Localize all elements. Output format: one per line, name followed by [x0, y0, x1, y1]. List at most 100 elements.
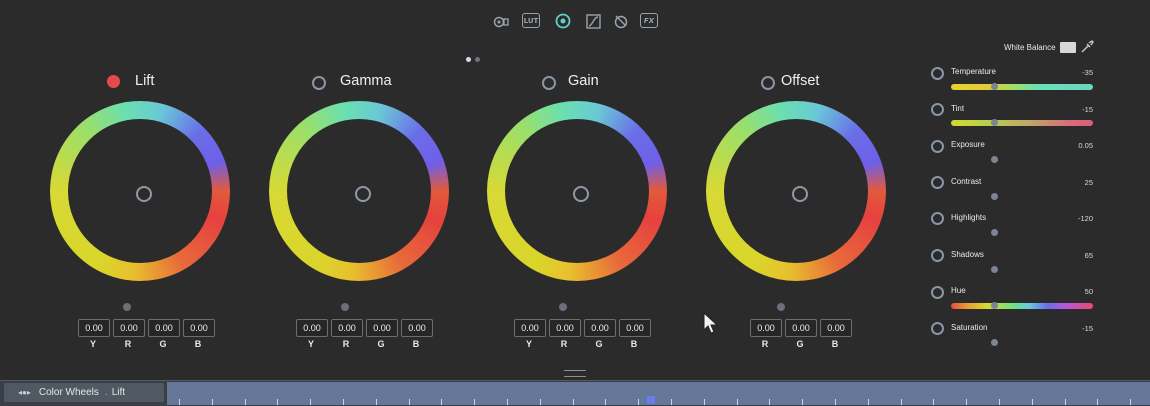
tint-toggle[interactable]	[931, 103, 944, 116]
temperature-value[interactable]: -35	[1082, 68, 1093, 77]
highlights-label: Highlights	[951, 213, 987, 222]
hue-slider[interactable]	[951, 303, 1093, 309]
gain-master-knob[interactable]	[559, 303, 567, 311]
shadows-value[interactable]: 65	[1085, 251, 1093, 260]
gamma-channel-g: G	[377, 339, 385, 349]
lift-channel-b: B	[194, 339, 202, 349]
page-dot-2[interactable]	[475, 57, 480, 62]
fx-icon[interactable]: FX	[640, 13, 658, 28]
offset-value-r[interactable]: 0.00	[750, 319, 782, 337]
ruler-tick	[671, 399, 672, 405]
gain-value-b[interactable]: 0.00	[619, 319, 651, 337]
lift-value-g[interactable]: 0.00	[148, 319, 180, 337]
gamma-center-handle[interactable]	[355, 186, 371, 202]
tint-slider[interactable]	[951, 120, 1093, 126]
wheel-title-gain: Gain	[568, 73, 599, 89]
hue-slider-knob[interactable]	[991, 302, 998, 309]
white-balance-swatch[interactable]	[1060, 42, 1076, 53]
contrast-value[interactable]: 25	[1085, 178, 1093, 187]
lift-value-b[interactable]: 0.00	[183, 319, 215, 337]
offset-value-g[interactable]: 0.00	[785, 319, 817, 337]
camera-icon[interactable]	[492, 12, 510, 30]
offset-select-dot[interactable]	[761, 76, 775, 90]
tint-value[interactable]: -15	[1082, 105, 1093, 114]
lift-value-y[interactable]: 0.00	[78, 319, 110, 337]
gamma-master-knob[interactable]	[341, 303, 349, 311]
gamma-value-b[interactable]: 0.00	[401, 319, 433, 337]
contrast-label: Contrast	[951, 177, 982, 186]
gain-value-r[interactable]: 0.00	[549, 319, 581, 337]
nav-arrows-icon[interactable]: ◂●▸	[18, 388, 31, 397]
shadows-toggle[interactable]	[931, 249, 944, 262]
gamma-channel-b: B	[412, 339, 420, 349]
contrast-slider-knob[interactable]	[991, 193, 998, 200]
lut-icon[interactable]: LUT	[522, 13, 540, 28]
offset-value-b[interactable]: 0.00	[820, 319, 852, 337]
gamma-select-dot[interactable]	[312, 76, 326, 90]
wheel-title-gamma: Gamma	[340, 73, 392, 89]
ruler-tick	[999, 399, 1000, 405]
highlights-slider-knob[interactable]	[991, 229, 998, 236]
white-balance-label: White Balance	[1004, 43, 1056, 52]
shadows-slider-knob[interactable]	[991, 266, 998, 273]
ruler-tick	[408, 399, 410, 405]
panel-resize-handle[interactable]	[564, 370, 586, 377]
ruler-tick	[1031, 399, 1033, 405]
temperature-slider[interactable]	[951, 84, 1093, 90]
gain-value-g[interactable]: 0.00	[584, 319, 616, 337]
gain-value-y[interactable]: 0.00	[514, 319, 546, 337]
saturation-slider-knob[interactable]	[991, 339, 998, 346]
gain-center-handle[interactable]	[573, 186, 589, 202]
lift-channel-g: G	[159, 339, 167, 349]
ruler-tick	[310, 399, 312, 405]
gain-channel-g: G	[595, 339, 603, 349]
tint-slider-knob[interactable]	[991, 119, 998, 126]
timeline-track-label[interactable]: ◂●▸ Color Wheels . Lift	[4, 383, 164, 402]
lift-select-dot[interactable]	[107, 75, 120, 88]
eyedropper-icon[interactable]	[1080, 40, 1094, 54]
ruler-tick	[900, 399, 902, 405]
ruler-tick	[179, 399, 180, 405]
eyedropper-tool-icon[interactable]	[612, 12, 630, 30]
offset-master-knob[interactable]	[777, 303, 785, 311]
color-wheels-icon[interactable]	[554, 12, 572, 30]
ruler-tick	[703, 399, 705, 405]
page-dot-1[interactable]	[466, 57, 471, 62]
timeline-ruler[interactable]	[167, 382, 1150, 405]
temperature-toggle[interactable]	[931, 67, 944, 80]
exposure-value[interactable]: 0.05	[1078, 141, 1093, 150]
gain-channel-b: B	[630, 339, 638, 349]
ruler-tick	[1097, 399, 1099, 405]
gamma-value-r[interactable]: 0.00	[331, 319, 363, 337]
gain-channel-y: Y	[525, 339, 532, 349]
gain-select-dot[interactable]	[542, 76, 556, 90]
shadows-label: Shadows	[951, 250, 984, 259]
hue-value[interactable]: 50	[1085, 287, 1093, 296]
playhead-marker[interactable]	[647, 396, 655, 404]
wheel-title-offset: Offset	[781, 73, 820, 89]
lift-center-handle[interactable]	[136, 186, 152, 202]
lift-master-knob[interactable]	[123, 303, 131, 311]
ruler-tick	[375, 399, 377, 405]
highlights-value[interactable]: -120	[1078, 214, 1093, 223]
curves-icon[interactable]	[584, 12, 602, 30]
gain-channel-r: R	[560, 339, 568, 349]
ruler-tick	[605, 399, 607, 405]
gamma-value-g[interactable]: 0.00	[366, 319, 398, 337]
highlights-toggle[interactable]	[931, 212, 944, 225]
timeline-label-sep: .	[104, 387, 108, 398]
saturation-toggle[interactable]	[931, 322, 944, 335]
exposure-slider-knob[interactable]	[991, 156, 998, 163]
offset-center-handle[interactable]	[792, 186, 808, 202]
saturation-label: Saturation	[951, 323, 988, 332]
ruler-tick	[572, 399, 574, 405]
lift-value-r[interactable]: 0.00	[113, 319, 145, 337]
temperature-slider-knob[interactable]	[991, 83, 998, 90]
temperature-label: Temperature	[951, 67, 996, 76]
timeline-sublabel-text: Lift	[111, 387, 126, 398]
saturation-value[interactable]: -15	[1082, 324, 1093, 333]
hue-toggle[interactable]	[931, 286, 944, 299]
contrast-toggle[interactable]	[931, 176, 944, 189]
exposure-toggle[interactable]	[931, 140, 944, 153]
gamma-value-y[interactable]: 0.00	[296, 319, 328, 337]
